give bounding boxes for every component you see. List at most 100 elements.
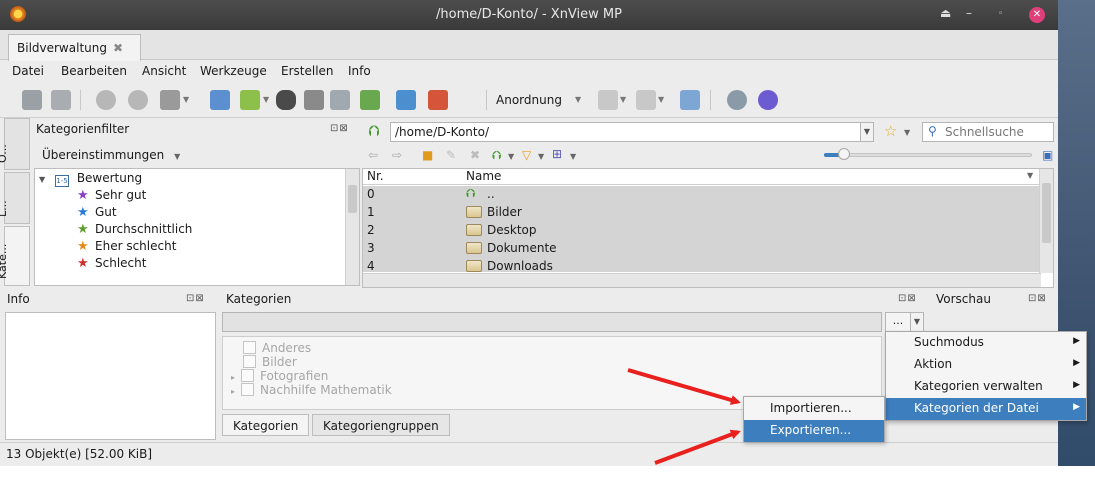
close-icon[interactable]: ✕ <box>1029 7 1045 23</box>
layout-icon[interactable] <box>680 90 700 110</box>
tree-item-schlecht[interactable]: ★ Schlecht <box>77 256 146 274</box>
menu-ansicht[interactable]: Ansicht <box>142 64 186 78</box>
menu-datei[interactable]: Datei <box>12 64 44 78</box>
favorites-star-icon[interactable]: ☆ <box>884 122 897 140</box>
expand-icon[interactable]: ▸ <box>231 387 235 396</box>
slider-handle[interactable] <box>838 148 850 160</box>
chevron-down-icon[interactable]: ▼ <box>570 152 576 161</box>
quick-search-input[interactable]: Schnellsuche <box>922 122 1054 142</box>
help-icon[interactable] <box>758 90 778 110</box>
batch-convert-icon[interactable] <box>360 90 380 110</box>
chevron-down-icon[interactable]: ▼ <box>508 152 514 161</box>
panel-float-close-icons[interactable]: ⊡⊠ <box>330 123 349 134</box>
tree-item-bewertung[interactable]: ▼ 1-5 Bewertung <box>39 171 142 189</box>
tab-close-icon[interactable]: ✖ <box>113 41 123 55</box>
rename-icon[interactable]: ✎ <box>446 148 456 162</box>
forward-icon[interactable]: ⇨ <box>392 148 402 162</box>
column-header-name[interactable]: Name <box>466 169 501 183</box>
side-tab-ordner[interactable]: O... <box>0 118 30 170</box>
table-row[interactable]: 3 Dokumente <box>363 240 1041 258</box>
list-item[interactable]: Bilder <box>243 355 297 369</box>
checkbox[interactable] <box>241 383 255 396</box>
dropdown-arrow-icon[interactable]: ▼ <box>183 95 189 104</box>
chevron-down-icon[interactable]: ▼ <box>904 128 910 137</box>
menu-item-exportieren[interactable]: Exportieren... <box>744 420 884 442</box>
menu-werkzeuge[interactable]: Werkzeuge <box>200 64 267 78</box>
print-icon[interactable] <box>304 90 324 110</box>
side-tab-kategorien[interactable]: Kate... <box>0 226 30 286</box>
menu-item-importieren[interactable]: Importieren... <box>744 398 884 420</box>
column-header-nr[interactable]: Nr. <box>367 169 384 183</box>
arrange-label[interactable]: Anordnung <box>496 93 562 107</box>
panel-float-close-icons[interactable]: ⊡⊠ <box>186 293 205 304</box>
path-input[interactable]: /home/D-Konto/ <box>390 122 864 142</box>
tree-scrollbar[interactable] <box>345 169 359 285</box>
thumbnail-size-slider[interactable] <box>824 148 1036 160</box>
scrollbar-thumb[interactable] <box>348 185 357 213</box>
filter-view-icon[interactable] <box>636 90 656 110</box>
minimize-icon[interactable]: – <box>966 6 972 20</box>
sort-icon[interactable] <box>598 90 618 110</box>
view-icon[interactable] <box>22 90 42 110</box>
table-row[interactable]: 4 Downloads <box>363 258 1041 272</box>
panel-float-close-icons[interactable]: ⊡⊠ <box>898 293 917 304</box>
horizontal-scrollbar[interactable] <box>363 273 1041 287</box>
menu-item-kategorien-der-datei[interactable]: Kategorien der Datei ▶ <box>886 398 1086 420</box>
rotate-right-icon[interactable] <box>128 90 148 110</box>
tree-item-gut[interactable]: ★ Gut <box>77 205 117 223</box>
binoculars-icon[interactable] <box>276 90 296 110</box>
eject-icon[interactable]: ⏏ <box>940 6 951 20</box>
refresh-icon[interactable]: ⮉ <box>492 148 501 163</box>
tree-item-sehr-gut[interactable]: ★ Sehr gut <box>77 188 146 206</box>
dropdown-arrow-icon[interactable]: ▼ <box>263 95 269 104</box>
filter-icon[interactable]: ▽ <box>522 148 531 162</box>
table-row[interactable]: 1 Bilder <box>363 204 1041 222</box>
dropdown-arrow-icon[interactable]: ▼ <box>620 95 626 104</box>
new-folder-icon[interactable]: ■ <box>422 148 433 162</box>
delete-icon[interactable]: ✖ <box>470 148 480 162</box>
menu-item-aktion[interactable]: Aktion ▶ <box>886 354 1086 376</box>
more-options-dropdown-icon[interactable]: ▼ <box>910 312 924 332</box>
tab-bildverwaltung[interactable]: Bildverwaltung ✖ <box>8 34 141 61</box>
file-info-icon[interactable] <box>210 90 230 110</box>
arrange-dropdown-icon[interactable]: ▼ <box>575 95 581 104</box>
panel-float-close-icons[interactable]: ⊡⊠ <box>1028 293 1047 304</box>
list-item[interactable]: ▸ Fotografien <box>231 369 328 383</box>
slideshow-icon[interactable] <box>428 90 448 110</box>
move-copy-icon[interactable] <box>240 90 260 110</box>
menu-item-kategorien-verwalten[interactable]: Kategorien verwalten ▶ <box>886 376 1086 398</box>
path-dropdown-icon[interactable]: ▼ <box>860 122 874 142</box>
dropdown-arrow-icon[interactable]: ▼ <box>658 95 664 104</box>
details-toggle-icon[interactable]: ▣ <box>1042 148 1053 162</box>
table-row[interactable]: 0 ⮉ .. <box>363 186 1041 204</box>
back-icon[interactable]: ⇦ <box>368 148 378 162</box>
tree-item-eher-schlecht[interactable]: ★ Eher schlecht <box>77 239 176 257</box>
settings-gear-icon[interactable] <box>727 90 747 110</box>
tab-kategoriengruppen[interactable]: Kategoriengruppen <box>312 414 450 436</box>
file-list-scrollbar[interactable] <box>1039 169 1053 273</box>
expand-icon[interactable]: ▸ <box>231 373 235 382</box>
checkbox[interactable] <box>243 341 256 354</box>
maximize-icon[interactable]: ◦ <box>998 9 1003 19</box>
scan-icon[interactable] <box>330 90 350 110</box>
tab-kategorien[interactable]: Kategorien <box>222 414 310 436</box>
go-up-icon[interactable]: ⮉ <box>368 122 379 140</box>
fullscreen-icon[interactable] <box>51 90 71 110</box>
chevron-down-icon[interactable]: ▼ <box>538 152 544 161</box>
view-mode-icon[interactable]: ⊞ <box>552 147 562 161</box>
tag-icon[interactable] <box>160 90 180 110</box>
checkbox[interactable] <box>243 355 256 368</box>
menu-info[interactable]: Info <box>348 64 371 78</box>
match-mode-dropdown[interactable]: Übereinstimmungen ▼ <box>42 148 180 162</box>
expand-icon[interactable]: ▼ <box>39 175 45 184</box>
column-menu-icon[interactable]: ▼ <box>1027 171 1033 180</box>
list-item[interactable]: Anderes <box>243 341 311 355</box>
menu-bearbeiten[interactable]: Bearbeiten <box>61 64 127 78</box>
scrollbar-thumb[interactable] <box>1042 183 1051 243</box>
checkbox[interactable] <box>241 369 255 382</box>
category-search-field[interactable] <box>222 312 882 332</box>
list-item[interactable]: ▸ Nachhilfe Mathematik <box>231 383 392 397</box>
side-tab-lesezeichen[interactable]: L... <box>0 172 30 224</box>
tree-item-durchschnittlich[interactable]: ★ Durchschnittlich <box>77 222 192 240</box>
screenshot-icon[interactable] <box>396 90 416 110</box>
